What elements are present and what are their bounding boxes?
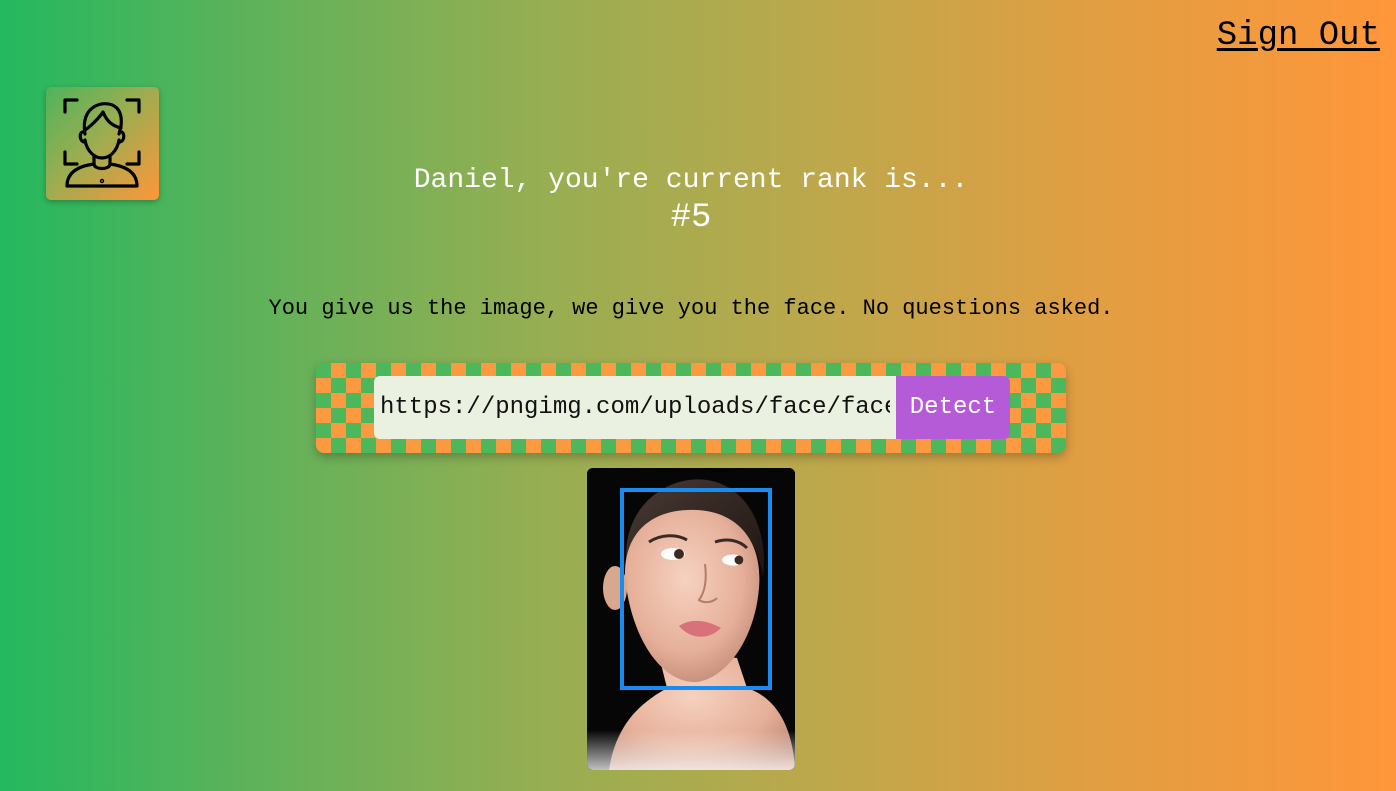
detect-button[interactable]: Detect — [896, 376, 1010, 439]
image-url-input[interactable] — [374, 376, 896, 439]
rank-value: #5 — [670, 199, 712, 237]
face-bounding-box — [620, 488, 772, 690]
result-image-frame — [587, 468, 795, 770]
url-form: Detect — [316, 363, 1066, 453]
rank-message: Daniel, you're current rank is... — [413, 165, 969, 196]
sign-out-link[interactable]: Sign Out — [1217, 16, 1380, 56]
tagline: You give us the image, we give you the f… — [268, 296, 1114, 321]
